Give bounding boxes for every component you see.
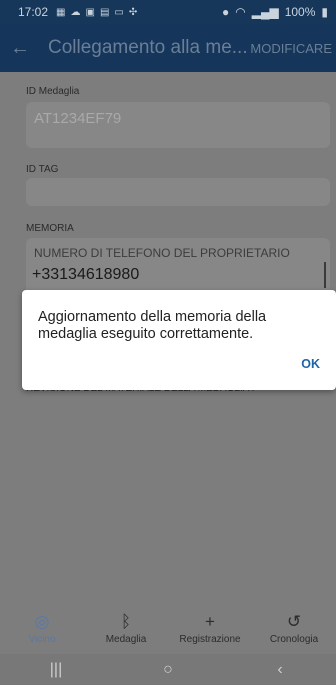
memoria-label: MEMORIA	[26, 223, 74, 234]
ok-button[interactable]: OK	[301, 357, 320, 371]
status-bar: 17:02 ▦ ☁ ▣ ▤ ▭ ✣ ● ◠ ▂▄▆ 100% ▮	[0, 0, 336, 24]
nav-label-cronologia: Cronologia	[269, 634, 319, 645]
back-arrow-icon[interactable]: ←	[2, 37, 38, 60]
bottom-nav: ◎ Vicino ᛒ Medaglia + Registrazione ↺ Cr…	[0, 608, 336, 654]
id-medaglia-value: AT1234EF79	[34, 110, 122, 127]
recent-apps-icon[interactable]: |||	[26, 661, 86, 679]
battery-level: 100%	[284, 5, 316, 19]
history-icon: ↺	[286, 612, 302, 631]
nav-label-medaglia: Medaglia	[105, 634, 147, 645]
nav-item-registrazione[interactable]: + Registrazione	[168, 608, 252, 654]
back-icon[interactable]: ‹	[250, 661, 310, 679]
app-bar: ← Collegamento alla me... MODIFICARE	[0, 24, 336, 72]
battery-icon: ▮	[321, 5, 328, 19]
id-medaglia-field[interactable]: AT1234EF79	[26, 102, 330, 148]
message-icon: ▭	[114, 6, 125, 18]
id-medaglia-label: ID Medaglia	[26, 86, 80, 97]
nav-item-vicino[interactable]: ◎ Vicino	[0, 608, 84, 654]
memoria-scrollbar[interactable]	[324, 262, 326, 288]
home-icon[interactable]: ○	[138, 661, 198, 679]
modify-button[interactable]: MODIFICARE	[250, 41, 336, 56]
radar-icon: ◎	[34, 612, 50, 631]
nav-label-registrazione: Registrazione	[179, 634, 241, 645]
success-dialog: Aggiornamento della memoria della medagl…	[22, 290, 336, 390]
dialog-message: Aggiornamento della memoria della medagl…	[38, 309, 267, 342]
signal-icon: ▂▄▆	[251, 5, 279, 19]
plus-icon: +	[205, 612, 215, 631]
nfc-icon: ✣	[128, 6, 139, 18]
calendar-icon: ▣	[85, 6, 96, 18]
location-icon: ●	[221, 5, 230, 19]
wifi-icon: ◠	[235, 5, 246, 19]
memoria-subtitle: NUMERO DI TELEFONO DEL PROPRIETARIO	[34, 246, 290, 260]
bluetooth-icon: ᛒ	[120, 612, 132, 631]
nav-label-vicino: Vicino	[28, 634, 56, 645]
photo-icon: ▦	[56, 6, 67, 18]
status-time: 17:02	[18, 5, 49, 19]
notification-icons: ▦ ☁ ▣ ▤ ▭ ✣	[56, 7, 138, 18]
page-title: Collegamento alla me...	[48, 37, 248, 58]
memoria-value[interactable]: +33134618980	[32, 266, 139, 284]
cloud-icon: ☁	[70, 6, 82, 18]
id-tag-field[interactable]	[26, 178, 330, 206]
id-tag-label: ID TAG	[26, 164, 59, 175]
status-right: ● ◠ ▂▄▆ 100% ▮	[222, 5, 328, 19]
nav-item-cronologia[interactable]: ↺ Cronologia	[252, 608, 336, 654]
nav-item-medaglia[interactable]: ᛒ Medaglia	[84, 608, 168, 654]
system-nav-bar: ||| ○ ‹	[0, 654, 336, 685]
image-icon: ▤	[99, 6, 111, 18]
